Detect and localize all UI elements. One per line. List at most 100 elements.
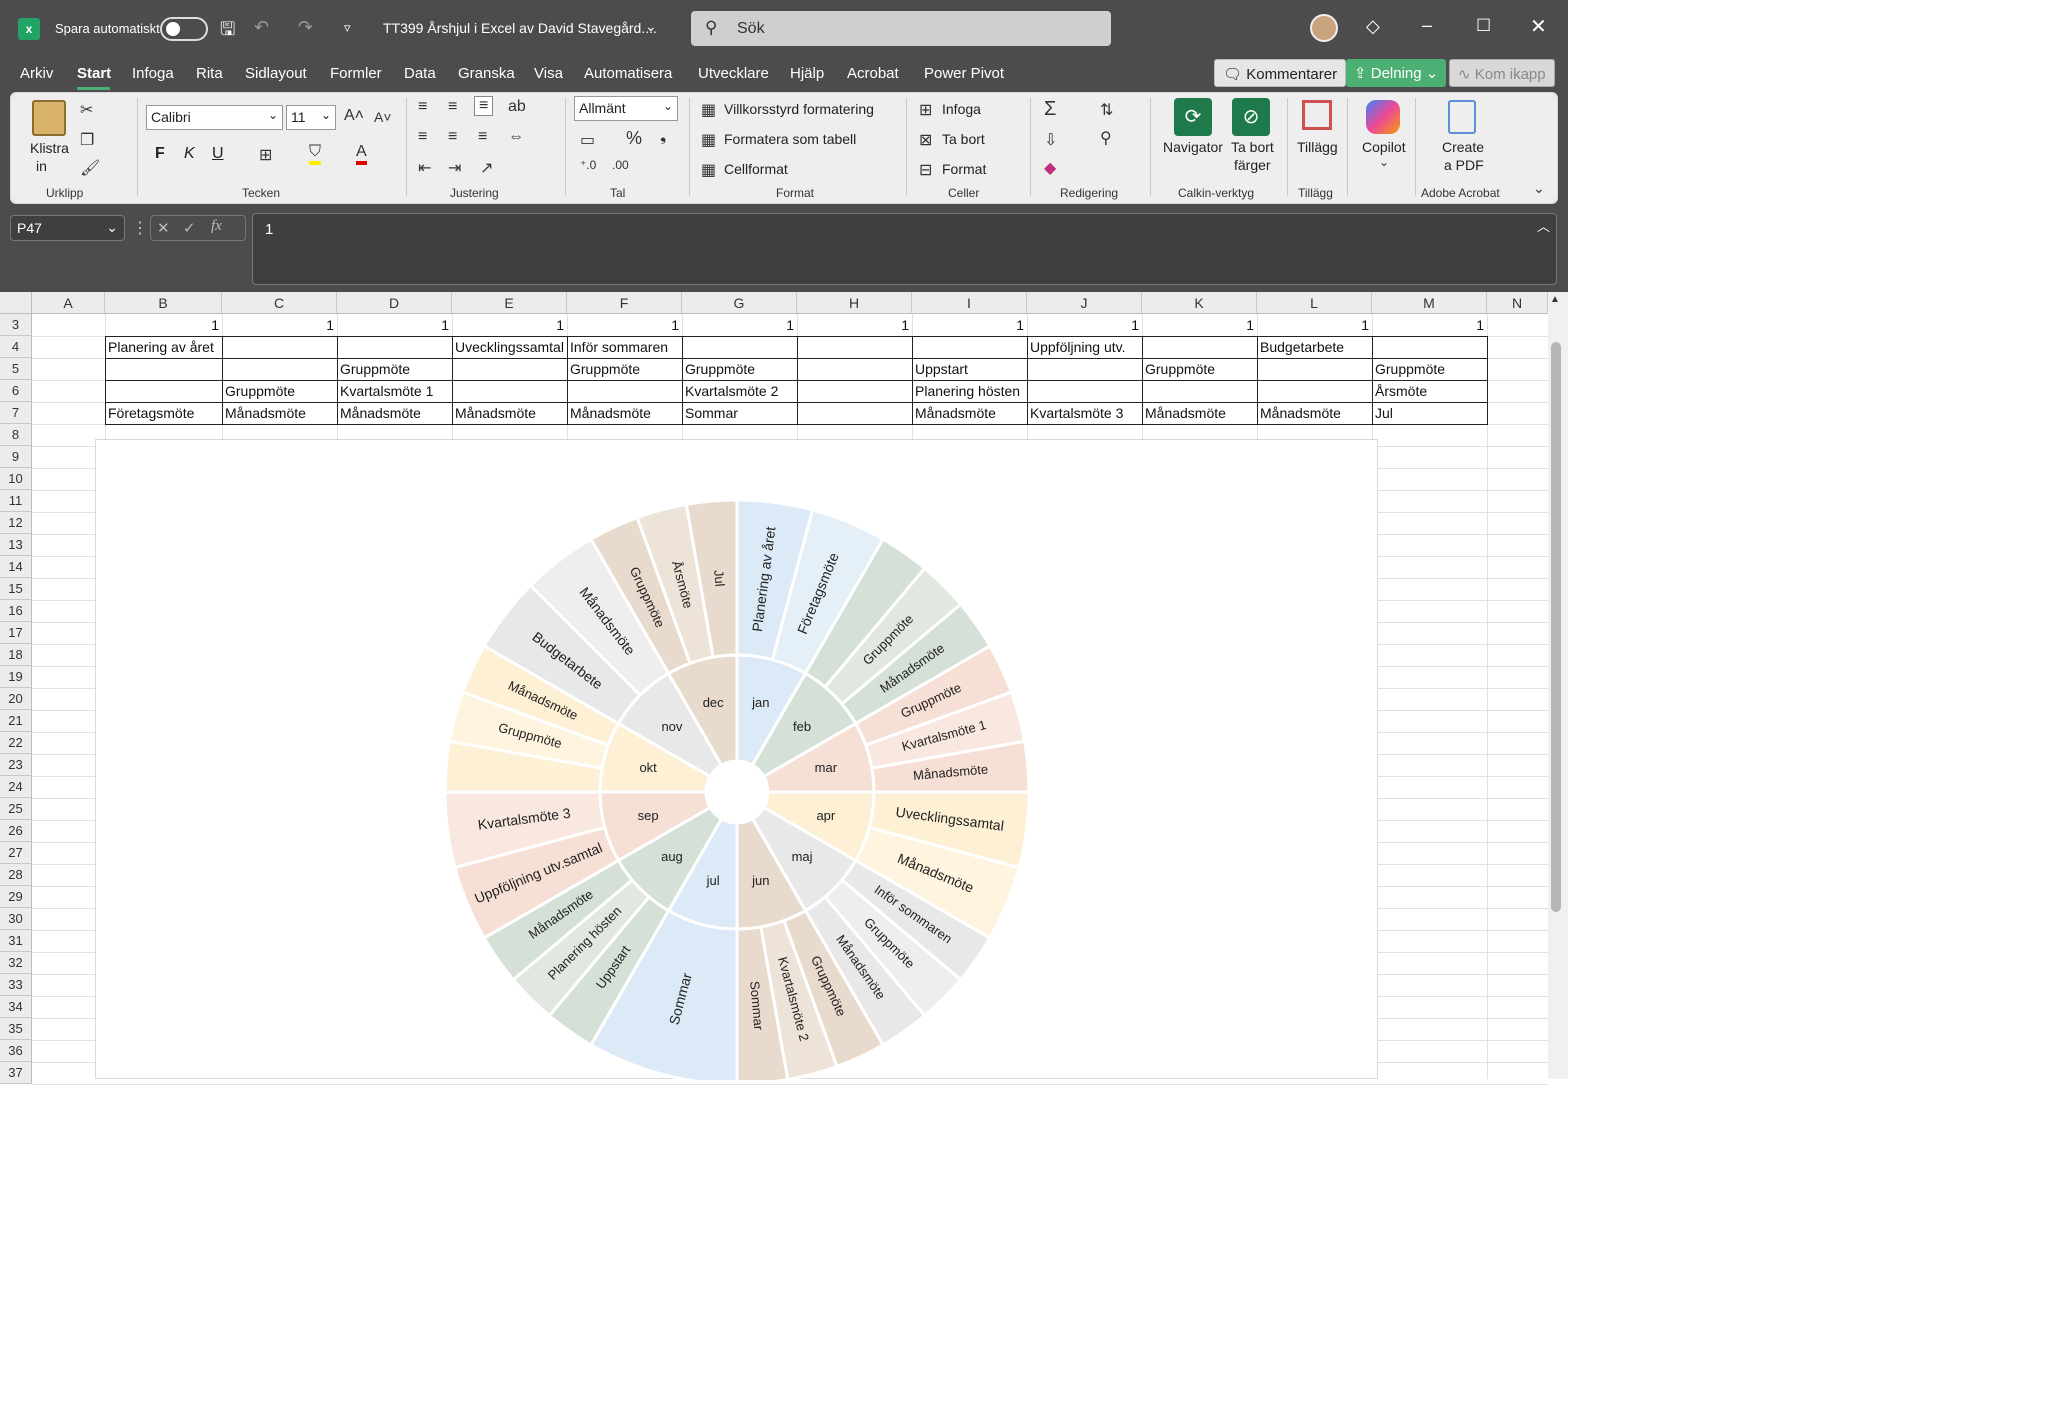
tab-acrobat[interactable]: Acrobat bbox=[847, 65, 899, 82]
more-options-icon[interactable]: ⋮ bbox=[132, 218, 148, 238]
cell-B4[interactable]: Planering av året bbox=[105, 336, 228, 358]
tab-automatisera[interactable]: Automatisera bbox=[584, 65, 672, 82]
column-header-L[interactable]: L bbox=[1257, 292, 1372, 314]
row-header-28[interactable]: 28 bbox=[0, 864, 32, 886]
navigator-label[interactable]: Navigator bbox=[1163, 139, 1223, 155]
thousands-icon[interactable]: ❟ bbox=[660, 128, 666, 146]
cell-I3[interactable]: 1 bbox=[912, 314, 1027, 336]
row-header-29[interactable]: 29 bbox=[0, 886, 32, 908]
tab-infoga[interactable]: Infoga bbox=[132, 65, 174, 82]
copilot-icon[interactable] bbox=[1366, 100, 1400, 134]
cell-H7[interactable] bbox=[797, 402, 912, 424]
cell-F3[interactable]: 1 bbox=[567, 314, 682, 336]
redo-icon[interactable]: ↷ bbox=[298, 17, 313, 38]
row-header-35[interactable]: 35 bbox=[0, 1018, 32, 1040]
diamond-icon[interactable]: ◇ bbox=[1366, 16, 1380, 37]
addins-icon[interactable] bbox=[1302, 100, 1332, 130]
column-header-C[interactable]: C bbox=[222, 292, 337, 314]
avatar[interactable] bbox=[1310, 14, 1338, 42]
cell-C7[interactable]: Månadsmöte bbox=[222, 402, 337, 424]
scroll-up-icon[interactable]: ▲ bbox=[1550, 294, 1560, 305]
fill-color-icon[interactable]: ⛉ bbox=[309, 143, 322, 165]
cell-D5[interactable]: Gruppmöte bbox=[337, 358, 452, 380]
row-header-10[interactable]: 10 bbox=[0, 468, 32, 490]
row-header-31[interactable]: 31 bbox=[0, 930, 32, 952]
cell-G6[interactable]: Kvartalsmöte 2 bbox=[682, 380, 797, 402]
row-header-3[interactable]: 3 bbox=[0, 314, 32, 336]
document-title[interactable]: TT399 Årshjul i Excel av David Stavegård… bbox=[383, 20, 657, 36]
row-header-24[interactable]: 24 bbox=[0, 776, 32, 798]
row-header-17[interactable]: 17 bbox=[0, 622, 32, 644]
copilot-chevron-icon[interactable]: ⌄ bbox=[1379, 155, 1389, 169]
align-left-icon[interactable]: ≡ bbox=[418, 128, 427, 146]
number-format-dropdown[interactable]: Allmänt ⌄ bbox=[574, 96, 678, 121]
create-pdf-label-2[interactable]: a PDF bbox=[1444, 157, 1484, 173]
row-header-34[interactable]: 34 bbox=[0, 996, 32, 1018]
tab-sidlayout[interactable]: Sidlayout bbox=[245, 65, 307, 82]
cell-J5[interactable] bbox=[1027, 358, 1142, 380]
name-box[interactable]: P47 ⌄ bbox=[10, 215, 125, 241]
cut-icon[interactable]: ✂ bbox=[80, 100, 93, 120]
cell-B7[interactable]: Företagsmöte bbox=[105, 402, 222, 424]
decrease-decimal-icon[interactable]: .00 bbox=[612, 158, 629, 172]
tab-rita[interactable]: Rita bbox=[196, 65, 223, 82]
tab-utvecklare[interactable]: Utvecklare bbox=[698, 65, 769, 82]
title-chevron-down-icon[interactable]: ⌄ bbox=[645, 18, 657, 35]
cell-F6[interactable] bbox=[567, 380, 682, 402]
remove-colors-icon[interactable]: ⊘ bbox=[1232, 98, 1270, 136]
create-pdf-icon[interactable] bbox=[1448, 100, 1476, 134]
merge-icon[interactable]: ⇔ bbox=[508, 128, 524, 146]
catch-up-button[interactable]: ∿ Kom ikapp bbox=[1449, 59, 1555, 87]
row-header-23[interactable]: 23 bbox=[0, 754, 32, 776]
maximize-icon[interactable]: ☐ bbox=[1476, 16, 1491, 36]
italic-button[interactable]: K bbox=[184, 145, 195, 163]
cell-L4[interactable]: Budgetarbete bbox=[1257, 336, 1378, 358]
cell-M6[interactable]: Årsmöte bbox=[1372, 380, 1487, 402]
cell-J4[interactable]: Uppföljning utv. bbox=[1027, 336, 1148, 358]
cell-E4[interactable]: Uvecklingssamtal bbox=[452, 336, 573, 358]
row-header-27[interactable]: 27 bbox=[0, 842, 32, 864]
cell-G3[interactable]: 1 bbox=[682, 314, 797, 336]
row-header-12[interactable]: 12 bbox=[0, 512, 32, 534]
orientation-icon[interactable]: ↗ bbox=[480, 158, 493, 178]
cell-L5[interactable] bbox=[1257, 358, 1372, 380]
cell-K5[interactable]: Gruppmöte bbox=[1142, 358, 1257, 380]
cell-I7[interactable]: Månadsmöte bbox=[912, 402, 1027, 424]
cell-B6[interactable] bbox=[105, 380, 222, 402]
cell-D7[interactable]: Månadsmöte bbox=[337, 402, 452, 424]
row-header-14[interactable]: 14 bbox=[0, 556, 32, 578]
create-pdf-label[interactable]: Create bbox=[1442, 139, 1484, 155]
cell-K7[interactable]: Månadsmöte bbox=[1142, 402, 1257, 424]
format-painter-icon[interactable]: 🖌 bbox=[80, 158, 100, 178]
copy-icon[interactable]: ❐ bbox=[80, 130, 94, 150]
row-header-32[interactable]: 32 bbox=[0, 952, 32, 974]
bold-button[interactable]: F bbox=[155, 145, 165, 163]
cell-J6[interactable] bbox=[1027, 380, 1142, 402]
currency-icon[interactable]: ▭ bbox=[580, 130, 595, 150]
format-cells-button[interactable]: Format bbox=[942, 161, 986, 177]
delete-cells-button[interactable]: Ta bort bbox=[942, 131, 985, 147]
cancel-icon[interactable]: ✕ bbox=[157, 219, 170, 237]
cell-H4[interactable] bbox=[797, 336, 912, 358]
share-button[interactable]: ⇪ Delning ⌄ bbox=[1346, 59, 1447, 87]
tab-visa[interactable]: Visa bbox=[534, 65, 563, 82]
navigator-icon[interactable]: ⟳ bbox=[1174, 98, 1212, 136]
minimize-icon[interactable]: – bbox=[1422, 15, 1432, 36]
undo-icon[interactable]: ↶ bbox=[254, 17, 269, 38]
tab-granska[interactable]: Granska bbox=[458, 65, 515, 82]
row-header-13[interactable]: 13 bbox=[0, 534, 32, 556]
cell-E5[interactable] bbox=[452, 358, 567, 380]
cell-M3[interactable]: 1 bbox=[1372, 314, 1487, 336]
column-header-G[interactable]: G bbox=[682, 292, 797, 314]
autosum-icon[interactable]: Σ bbox=[1044, 98, 1056, 121]
search-box[interactable]: ⚲ Sök bbox=[691, 11, 1111, 46]
ribbon-collapse-chevron-icon[interactable]: ⌄ bbox=[1533, 180, 1545, 197]
cell-F7[interactable]: Månadsmöte bbox=[567, 402, 682, 424]
find-icon[interactable]: ⚲ bbox=[1100, 128, 1112, 148]
row-header-4[interactable]: 4 bbox=[0, 336, 32, 358]
tab-data[interactable]: Data bbox=[404, 65, 436, 82]
column-header-N[interactable]: N bbox=[1487, 292, 1548, 314]
row-header-37[interactable]: 37 bbox=[0, 1062, 32, 1084]
cell-D3[interactable]: 1 bbox=[337, 314, 452, 336]
font-name-dropdown[interactable]: Calibri ⌄ bbox=[146, 105, 283, 130]
